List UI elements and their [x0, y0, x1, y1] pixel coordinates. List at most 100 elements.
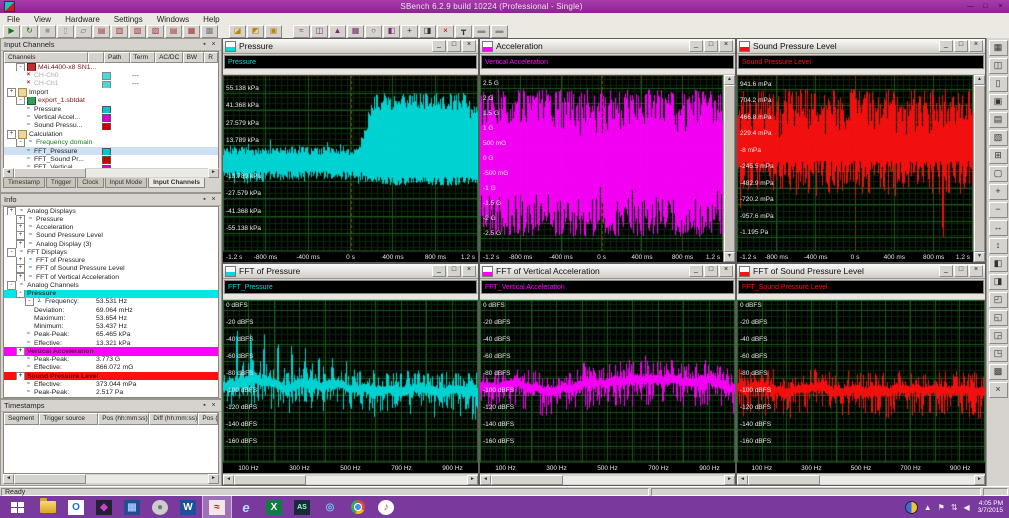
window-titlebar-fft-of-vertical-acceleration[interactable]: FFT of Vertical Acceleration _ □ × — [480, 264, 735, 279]
tree-item[interactable]: × CH-Ch0 --- — [4, 71, 218, 80]
side-tool-pan-horizontal[interactable]: ↔ — [988, 220, 1008, 236]
scroll-up-arrow[interactable]: ▲ — [974, 75, 985, 85]
side-tool-half-left[interactable]: ◧ — [988, 256, 1008, 272]
show-grid-button[interactable]: ▦ — [347, 25, 364, 38]
plot-hscrollbar[interactable]: ◄ ► — [223, 473, 478, 485]
scroll-left-arrow[interactable]: ◄ — [3, 167, 14, 178]
scroll-right-arrow[interactable]: ► — [724, 474, 735, 485]
new-digital-display-button[interactable]: ▥ — [111, 25, 128, 38]
tree-item[interactable]: + ≈ Sound Pressure Level — [4, 231, 218, 240]
show-circle-button[interactable]: ○ — [365, 25, 382, 38]
taskbar-item-app-tile[interactable]: ◆ — [90, 496, 118, 518]
new-xy-display-button[interactable]: ▧ — [129, 25, 146, 38]
side-tool-quad-tr[interactable]: ◳ — [988, 346, 1008, 362]
window-close-button[interactable]: × — [719, 40, 733, 52]
tree-item[interactable]: + ≈ FFT of Sound Pressure Level — [4, 264, 218, 273]
menu-help[interactable]: Help — [196, 15, 226, 24]
side-tool-zoom-in[interactable]: + — [988, 184, 1008, 200]
tree-item[interactable]: - ≈ Analog Channels — [4, 281, 218, 290]
taskbar-item-word[interactable]: W — [174, 496, 202, 518]
window-close-button[interactable]: × — [462, 40, 476, 52]
channel-color-swatch[interactable] — [102, 80, 111, 89]
tree-item[interactable]: × CH-Ch1 --- — [4, 80, 218, 89]
window-minimize-button[interactable]: _ — [432, 265, 446, 277]
plot-canvas[interactable] — [737, 75, 973, 262]
tree-item[interactable]: ≈ Sound Pressu... — [4, 122, 218, 131]
taskbar-item-outlook[interactable]: O — [62, 496, 90, 518]
tree-item[interactable]: ≈ Effective: 373.044 mPa — [4, 380, 218, 388]
column-header-segment[interactable]: Segment — [4, 413, 40, 425]
tree-item[interactable]: ≈ Peak-Peak: 3.773 G — [4, 356, 218, 364]
scroll-left-arrow[interactable]: ◄ — [737, 474, 748, 485]
window-close-button[interactable]: × — [719, 265, 733, 277]
column-header-Term[interactable]: Term — [129, 52, 156, 63]
side-tool-quad-br[interactable]: ◲ — [988, 328, 1008, 344]
split-left-button[interactable]: ◧ — [383, 25, 400, 38]
tree-item[interactable]: - M4i.4400-x8 SN1... — [4, 63, 218, 72]
show-wave-button[interactable]: ≈ — [293, 25, 310, 38]
scroll-down-arrow[interactable]: ▼ — [724, 252, 735, 262]
window-minimize-button[interactable]: _ — [432, 40, 446, 52]
info-pin-icon[interactable]: ▪ — [200, 196, 209, 203]
side-tool-signal-table[interactable]: ▤ — [988, 112, 1008, 128]
tree-item[interactable]: - export_1.sbtdat — [4, 96, 218, 105]
new-combined-display-button[interactable]: ▩ — [201, 25, 218, 38]
window-close-button[interactable]: × — [969, 40, 983, 52]
timestamps-pin-icon[interactable]: ▪ — [200, 402, 209, 409]
expand-icon[interactable]: + — [7, 130, 16, 139]
layout-full-button[interactable]: ▬ — [491, 25, 508, 38]
scroll-thumb[interactable] — [748, 474, 820, 485]
copy-display-button[interactable]: ◨ — [419, 25, 436, 38]
taskbar-item-file-explorer[interactable] — [34, 496, 62, 518]
tree-item[interactable]: + Calculation — [4, 130, 218, 139]
plot-canvas[interactable] — [480, 300, 735, 473]
column-header-R[interactable]: R — [204, 52, 218, 63]
scroll-thumb[interactable] — [234, 474, 306, 485]
tab-input-channels[interactable]: Input Channels — [148, 178, 206, 188]
input-channels-pin-icon[interactable]: ▪ — [200, 41, 209, 48]
taskbar-clock[interactable]: 4:05 PM 3/7/2015 — [978, 500, 1003, 515]
side-tool-grid-display[interactable]: ▦ — [988, 40, 1008, 56]
column-header-Path[interactable]: Path — [104, 52, 130, 63]
taskbar-item-as-app[interactable]: AS — [288, 496, 316, 518]
export-signal-button[interactable]: ◩ — [247, 25, 264, 38]
show-overlay-button[interactable]: ◫ — [311, 25, 328, 38]
tree-item[interactable]: + Import — [4, 88, 218, 97]
side-tool-quad-bl[interactable]: ◱ — [988, 310, 1008, 326]
plot-hscrollbar[interactable]: ◄ ► — [480, 473, 735, 485]
expand-icon[interactable]: + — [16, 240, 25, 249]
info-header[interactable]: Info ▪ × — [1, 194, 221, 206]
tree-item[interactable]: - Pressure — [4, 289, 218, 298]
scroll-left-arrow[interactable]: ◄ — [480, 474, 491, 485]
tree-item[interactable]: ≈ Effective: 13.321 kPa — [4, 339, 218, 347]
run-button[interactable]: ▶ — [3, 25, 20, 38]
plot-canvas[interactable] — [480, 75, 723, 262]
input-channels-close-icon[interactable]: × — [209, 41, 218, 48]
show-cursor-button[interactable]: ▲ — [329, 25, 346, 38]
column-header-pos-s[interactable]: Pos (s — [198, 413, 218, 425]
layout-bottom-button[interactable]: ▬ — [473, 25, 490, 38]
side-tool-split-display[interactable]: ◫ — [988, 58, 1008, 74]
plot-hscrollbar[interactable]: ◄ ► — [737, 473, 985, 485]
tree-item[interactable]: - Σ Frequency: 53.531 Hz — [4, 297, 218, 306]
run-loop-button[interactable]: ↻ — [21, 25, 38, 38]
expand-icon[interactable]: + — [7, 207, 16, 216]
expand-icon[interactable]: + — [16, 256, 25, 265]
action-center-flag-icon[interactable]: ⚑ — [938, 503, 945, 512]
tree-item[interactable]: + ≈ Acceleration — [4, 223, 218, 232]
input-channels-header[interactable]: Input Channels ▪ × — [1, 39, 221, 51]
side-tool-hatch-display[interactable]: ▧ — [988, 130, 1008, 146]
side-tool-dense-grid[interactable]: ▩ — [988, 364, 1008, 380]
scroll-right-arrow[interactable]: ► — [208, 473, 219, 484]
menu-hardware[interactable]: Hardware — [58, 15, 107, 24]
window-maximize-button[interactable]: □ — [447, 265, 461, 277]
scroll-right-arrow[interactable]: ► — [208, 167, 219, 178]
expand-icon[interactable]: + — [16, 273, 25, 282]
scroll-left-arrow[interactable]: ◄ — [3, 473, 14, 484]
side-tool-empty-frame[interactable]: ▢ — [988, 166, 1008, 182]
window-maximize-button[interactable]: □ — [704, 40, 718, 52]
tree-item[interactable]: - ≈ Frequency domain — [4, 138, 218, 147]
scroll-up-arrow[interactable]: ▲ — [724, 75, 735, 85]
menu-file[interactable]: File — [0, 15, 27, 24]
tree-item[interactable]: ≈ Vertical Accel... — [4, 113, 218, 122]
